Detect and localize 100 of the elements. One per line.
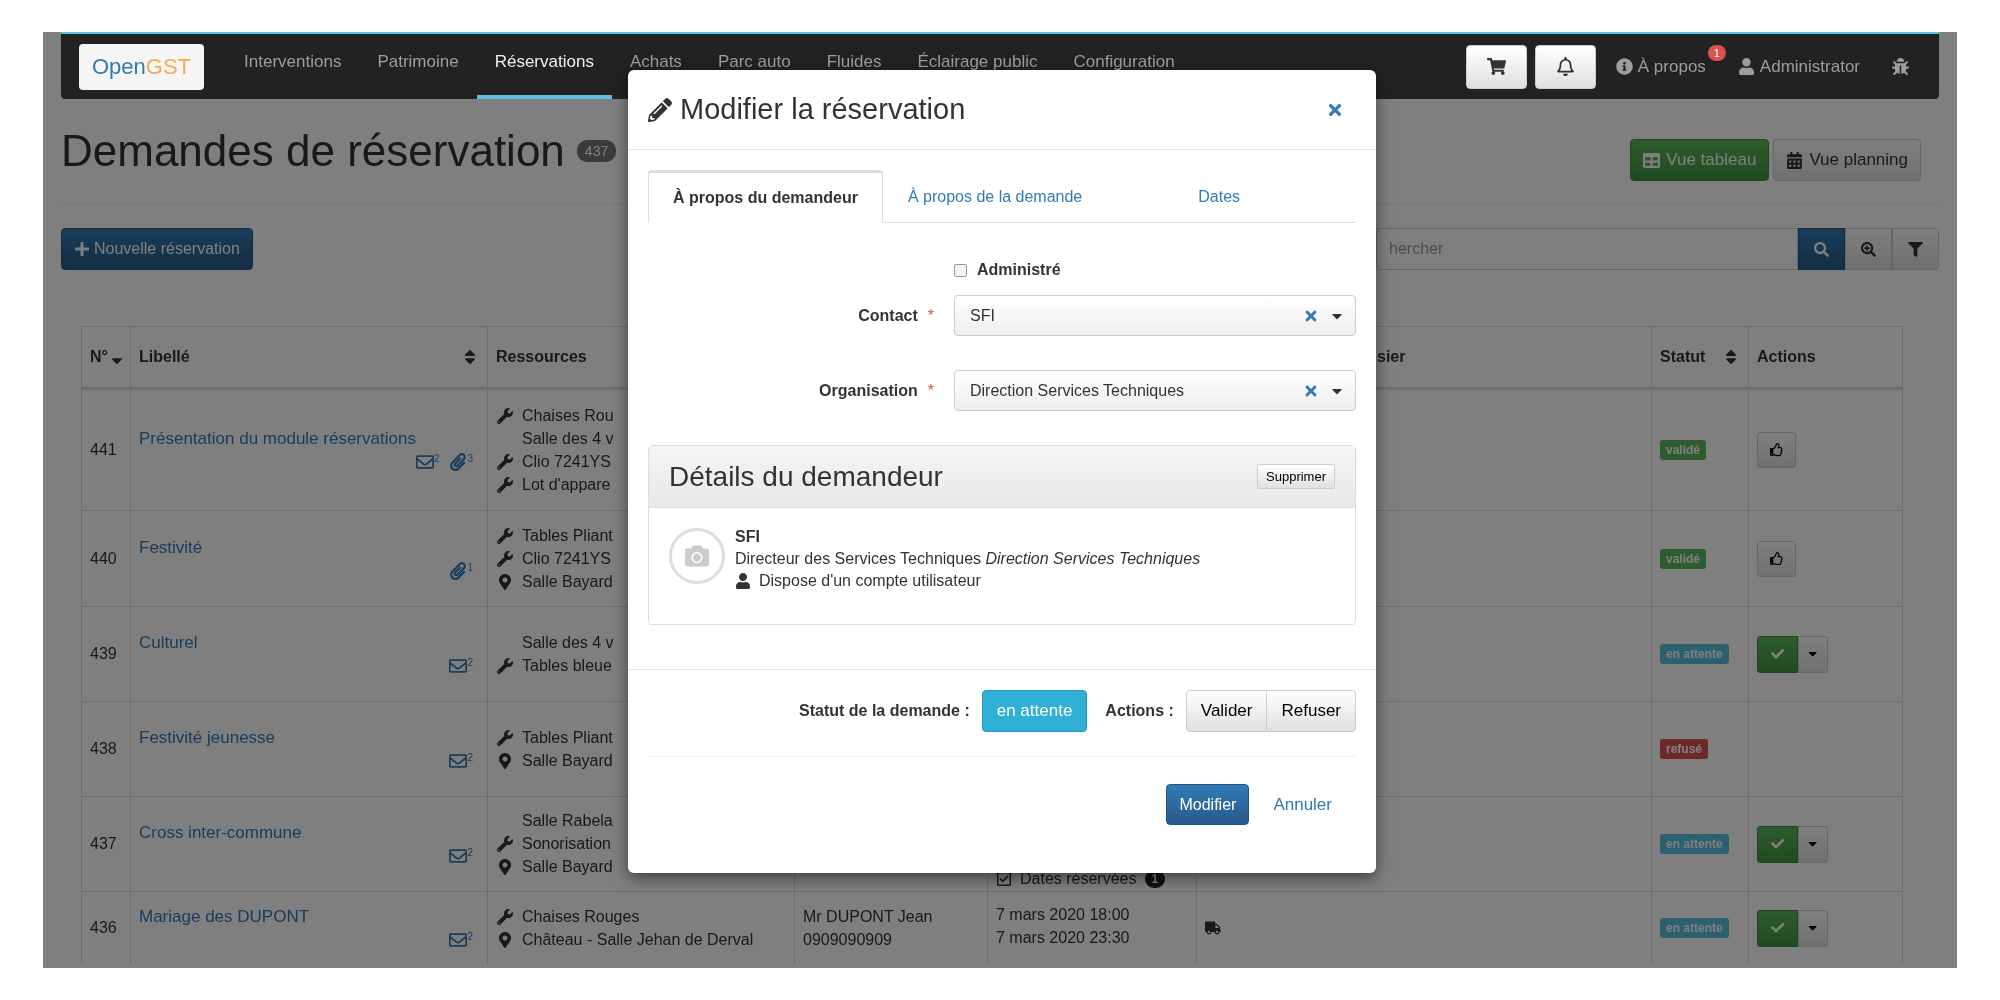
- table-cell: 436: [81, 891, 131, 964]
- tab[interactable]: Dates: [1133, 170, 1306, 223]
- tab[interactable]: À propos de la demande: [882, 170, 1108, 223]
- plus-icon[interactable]: [74, 241, 90, 257]
- status-label: en attente: [1660, 644, 1729, 664]
- reservation-link[interactable]: Mariage des DUPONT: [139, 907, 479, 927]
- select-field[interactable]: Direction Services Techniques: [954, 370, 1356, 411]
- requester-text: 0909090909: [803, 930, 893, 949]
- notification-badge: 1: [1707, 44, 1726, 61]
- dialog-title: Modifier la réservation: [680, 93, 966, 126]
- validate-button[interactable]: [1757, 825, 1798, 863]
- checkbox[interactable]: [954, 263, 967, 277]
- map-pin-icon: [497, 931, 513, 948]
- field-label: Contact: [858, 306, 918, 325]
- check-icon[interactable]: [1770, 837, 1785, 851]
- column-header[interactable]: Libellé: [131, 326, 488, 389]
- resource-text: Tables bleue: [522, 656, 612, 675]
- resource-text: Clio 7241YS: [522, 549, 611, 568]
- wrench-icon: [497, 527, 513, 544]
- validate-button[interactable]: [1757, 635, 1798, 673]
- info-icon[interactable]: [1615, 58, 1633, 75]
- dates-text: Dates réservées: [1020, 870, 1137, 888]
- pencil-icon: [648, 97, 672, 122]
- delete-button[interactable]: Supprimer: [1257, 464, 1335, 489]
- thumbs-up-icon[interactable]: [1769, 443, 1784, 457]
- required-mark: *: [927, 381, 934, 400]
- user-link[interactable]: Administrator: [1725, 56, 1872, 77]
- user-icon[interactable]: [1737, 58, 1755, 75]
- nav-item[interactable]: Réservations: [476, 34, 612, 99]
- submit-button[interactable]: Modifier: [1166, 784, 1250, 825]
- thumbs-up-icon[interactable]: [1769, 551, 1784, 566]
- column-title: Actions: [1757, 348, 1816, 366]
- validate-button[interactable]: [1757, 909, 1798, 947]
- check-icon[interactable]: [1770, 647, 1785, 661]
- filter-button[interactable]: [1892, 228, 1939, 270]
- bell-button[interactable]: [1534, 44, 1596, 89]
- wrench-icon: [497, 476, 513, 493]
- status-label: refusé: [1660, 739, 1709, 759]
- status-label: validé: [1660, 548, 1707, 569]
- wrench-icon: [497, 657, 513, 674]
- select-field[interactable]: SFI: [954, 295, 1356, 336]
- column-title: N°: [90, 348, 108, 366]
- resource-text: Salle des 4 v: [522, 633, 614, 652]
- action-button[interactable]: Refuser: [1267, 690, 1356, 732]
- bell-icon[interactable]: [1555, 57, 1575, 76]
- tab[interactable]: À propos du demandeur: [648, 170, 883, 223]
- resource-text: Salle Bayard: [522, 751, 613, 770]
- thumbs-up-button[interactable]: [1757, 432, 1796, 468]
- filter-icon[interactable]: [1908, 241, 1923, 257]
- calendar-icon[interactable]: [1786, 151, 1804, 169]
- wrench-icon: [497, 836, 513, 852]
- resource-text: Salle Bayard: [522, 858, 613, 876]
- resource-text: Salle Rabela: [522, 812, 613, 830]
- date-text: 7 mars 2020 23:30: [996, 929, 1130, 947]
- action-button[interactable]: Valider: [1185, 690, 1268, 732]
- camera-icon: [685, 544, 709, 568]
- requester-role: Directeur des Services Techniques Direction Services Techniques: [735, 550, 1201, 568]
- new-reservation-button[interactable]: Nouvelle réservation: [61, 228, 253, 270]
- view-button[interactable]: Vue planning: [1773, 139, 1921, 181]
- resource-text: Chaises Rou: [522, 406, 614, 425]
- requester-name: SFI: [735, 528, 761, 546]
- search-icon[interactable]: [1814, 241, 1829, 257]
- nav-item[interactable]: Interventions: [226, 34, 360, 99]
- requester-text: Mr DUPONT Jean: [803, 907, 933, 926]
- table-cell: 438: [81, 701, 131, 796]
- check-icon[interactable]: [1770, 921, 1785, 935]
- reservation-link[interactable]: Festivité jeunesse: [139, 728, 479, 748]
- date-text: 7 mars 2020 18:00: [996, 906, 1130, 924]
- search-button[interactable]: [1798, 228, 1845, 270]
- thumbs-up-button[interactable]: [1757, 540, 1796, 577]
- page-title: Demandes de réservation: [61, 126, 565, 176]
- reservation-link[interactable]: Festivité: [139, 537, 479, 558]
- resource-text: Chaises Rouges: [522, 907, 640, 926]
- account-text: Dispose d'un compte utilisateur: [759, 572, 981, 590]
- column-title: sier: [1377, 348, 1406, 366]
- cart-icon[interactable]: [1486, 57, 1506, 76]
- status-label: validé: [1660, 440, 1707, 460]
- cancel-link[interactable]: Annuler: [1265, 794, 1340, 815]
- table-cell: 437: [81, 796, 131, 891]
- column-header[interactable]: Statut: [1652, 326, 1749, 389]
- zoom-search-button[interactable]: [1845, 228, 1892, 270]
- resource-text: Château - Salle Jehan de Derval: [522, 930, 754, 949]
- map-pin-icon: [497, 752, 513, 769]
- wrench-icon: [497, 729, 513, 746]
- count-badge: 437: [576, 140, 617, 162]
- resource-text: Tables Pliant: [522, 526, 613, 545]
- nav-item[interactable]: Patrimoine: [359, 34, 477, 99]
- resource-text: Lot d'appare: [522, 475, 611, 494]
- table-cell: 440: [81, 510, 131, 606]
- column-header[interactable]: N°: [81, 326, 131, 389]
- logo[interactable]: OpenGST: [79, 43, 205, 90]
- table-icon[interactable]: [1643, 151, 1661, 169]
- checkbox-icon: [996, 871, 1012, 887]
- table-cell: 441: [81, 389, 131, 510]
- reservation-link[interactable]: Cross inter-commune: [139, 823, 479, 843]
- zoom-in-icon[interactable]: [1861, 241, 1876, 257]
- cart-button[interactable]: [1465, 44, 1527, 89]
- reservation-link[interactable]: Présentation du module réservations: [139, 429, 479, 449]
- required-mark: *: [927, 306, 934, 325]
- user-icon: [735, 573, 751, 589]
